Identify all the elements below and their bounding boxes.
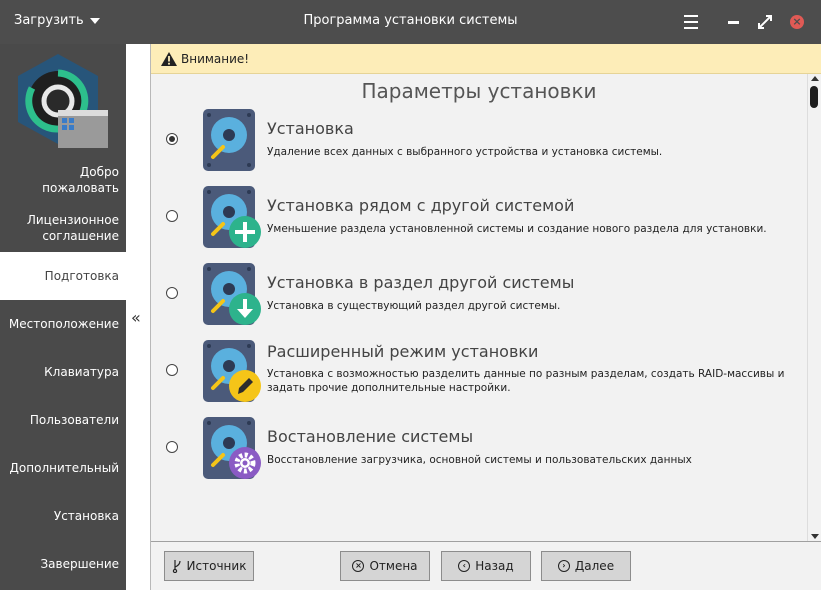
sidebar-item-users[interactable]: Пользователи [0, 412, 126, 428]
sidebar-item-preparation[interactable]: Подготовка [0, 252, 126, 300]
branch-icon [172, 560, 181, 573]
sidebar-item-installation[interactable]: Установка [0, 508, 126, 524]
warning-icon [161, 51, 177, 66]
page-title: Параметры установки [361, 79, 597, 103]
disk-plus-icon [203, 186, 261, 248]
option-title: Расширенный режим установки [267, 342, 539, 361]
main-content: Параметры установки Установка Удаление в… [151, 74, 807, 541]
maximize-icon[interactable] [755, 12, 775, 32]
source-button[interactable]: Источник [164, 551, 254, 581]
sidebar-item-keyboard[interactable]: Клавиатура [0, 364, 126, 380]
option-description: Уменьшение раздела установленной системы… [267, 223, 767, 235]
option-install-to-partition[interactable]: Установка в раздел другой системы Устано… [151, 261, 807, 333]
scroll-up-icon[interactable] [811, 76, 819, 81]
disk-pencil-icon [203, 340, 261, 402]
hamburger-icon[interactable] [681, 12, 701, 32]
next-button[interactable]: › Далее [541, 551, 631, 581]
option-install-alongside[interactable]: Установка рядом с другой системой Уменьш… [151, 184, 807, 256]
disk-icon [203, 109, 255, 171]
back-button-label: Назад [475, 559, 514, 573]
next-button-label: Далее [574, 559, 615, 573]
sidebar-item-license[interactable]: Лицензионное соглашение [0, 212, 126, 244]
radio-install-alongside[interactable] [166, 210, 178, 222]
option-description: Установка с возможностью разделить данны… [267, 368, 785, 394]
sidebar-item-welcome[interactable]: Добро пожаловать [0, 164, 126, 196]
scroll-down-icon[interactable] [811, 534, 819, 539]
double-chevron-left-icon[interactable]: « [131, 308, 141, 327]
sidebar-item-additional[interactable]: Дополнительный [0, 460, 126, 476]
footer: Источник × Отмена ‹ Назад › Далее [151, 541, 821, 590]
installer-logo [18, 54, 108, 148]
arrow-left-icon: ‹ [458, 560, 471, 572]
source-button-label: Источник [186, 559, 247, 573]
scrollbar[interactable] [807, 74, 821, 541]
radio-advanced-install[interactable] [166, 364, 178, 376]
radio-system-recovery[interactable] [166, 441, 178, 453]
cancel-button[interactable]: × Отмена [340, 551, 430, 581]
cancel-button-label: Отмена [369, 559, 418, 573]
minimize-icon[interactable] [723, 12, 743, 32]
sidebar-item-location[interactable]: Местоположение [0, 316, 126, 332]
close-icon[interactable]: × [787, 12, 807, 32]
warning-text: Внимание! [181, 51, 250, 66]
sidebar-collapse-strip[interactable]: « [126, 44, 151, 590]
arrow-right-icon: › [557, 560, 570, 572]
option-advanced-install[interactable]: Расширенный режим установки Установка с … [151, 338, 807, 410]
option-title: Установка рядом с другой системой [267, 196, 575, 215]
option-title: Установка в раздел другой системы [267, 273, 575, 292]
option-title: Установка [267, 119, 354, 138]
warning-bar: Внимание! [151, 44, 821, 74]
sidebar: Добро пожаловать Лицензионное соглашение… [0, 44, 126, 590]
sidebar-item-finish[interactable]: Завершение [0, 556, 126, 572]
cancel-icon: × [352, 560, 365, 572]
option-description: Восстановление загрузчика, основной сист… [267, 454, 692, 466]
option-install[interactable]: Установка Удаление всех данных с выбранн… [151, 107, 807, 179]
option-system-recovery[interactable]: Востановление системы Восстановление заг… [151, 415, 807, 487]
title-bar: Загрузить Программа установки системы × [0, 0, 821, 44]
option-description: Удаление всех данных с выбранного устрой… [267, 146, 663, 158]
option-title: Востановление системы [267, 427, 474, 446]
radio-install[interactable] [166, 133, 178, 145]
disk-gear-icon [203, 417, 261, 479]
option-description: Установка в существующий раздел другой с… [267, 300, 561, 312]
scroll-thumb[interactable] [810, 86, 818, 108]
back-button[interactable]: ‹ Назад [441, 551, 531, 581]
radio-install-to-partition[interactable] [166, 287, 178, 299]
disk-download-icon [203, 263, 261, 325]
